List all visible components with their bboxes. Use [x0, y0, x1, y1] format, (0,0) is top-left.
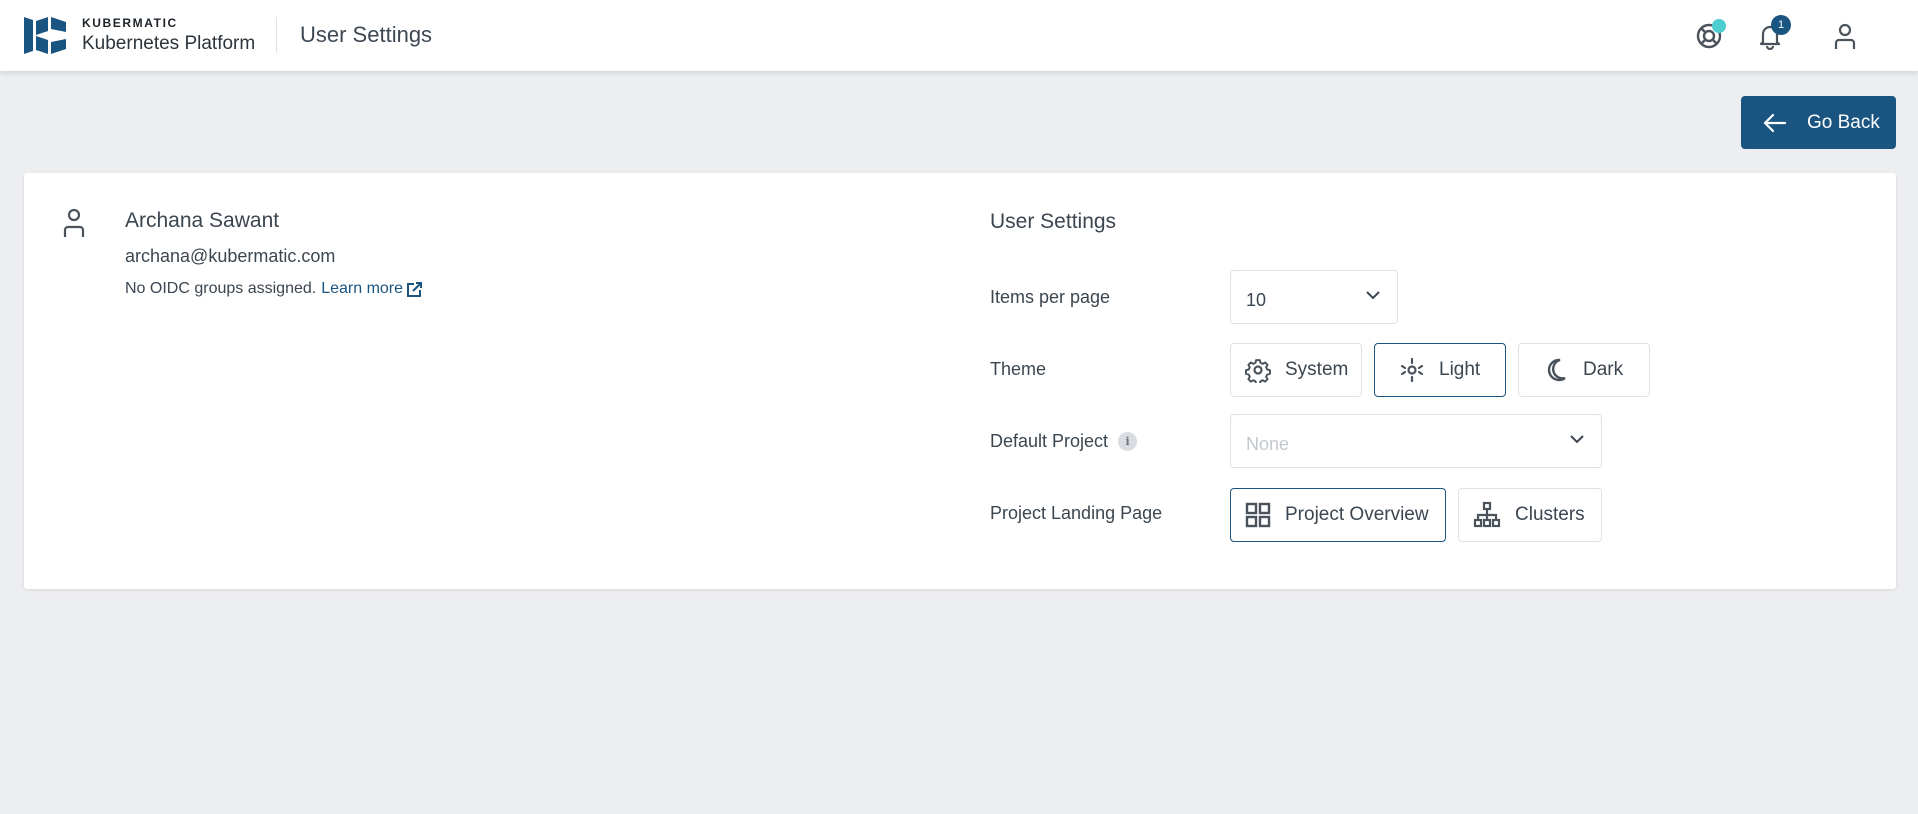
default-project-select[interactable]: None — [1230, 414, 1602, 468]
chevron-down-icon — [1366, 291, 1380, 300]
status-dot — [1712, 19, 1726, 33]
oidc-groups-info: No OIDC groups assigned. Learn more — [125, 280, 423, 298]
account-button[interactable] — [1827, 18, 1863, 54]
items-per-page-value: 10 — [1246, 289, 1267, 310]
page-title: User Settings — [300, 22, 433, 47]
items-per-page-select[interactable]: 10 — [1230, 270, 1398, 324]
settings-title: User Settings — [990, 210, 1117, 233]
moon-icon — [1547, 358, 1566, 382]
go-back-button[interactable]: Go Back — [1741, 96, 1896, 149]
kubermatic-logo-icon[interactable] — [24, 17, 66, 54]
landing-option-label: Clusters — [1515, 504, 1585, 525]
profile-icon — [63, 208, 85, 237]
landing-option-project-overview[interactable]: Project Overview — [1230, 488, 1446, 542]
theme-option-system[interactable]: System — [1230, 343, 1362, 397]
sun-icon — [1400, 357, 1424, 383]
brand-subtitle: Kubernetes Platform — [82, 33, 256, 54]
user-email: archana@kubermatic.com — [125, 246, 336, 266]
default-project-label: Default Project i — [990, 431, 1138, 452]
learn-more-label: Learn more — [321, 280, 404, 297]
user-name: Archana Sawant — [125, 209, 280, 232]
external-link-icon — [407, 281, 423, 297]
learn-more-link[interactable]: Learn more — [321, 280, 423, 298]
hierarchy-icon — [1473, 501, 1501, 528]
grid-icon — [1245, 502, 1271, 528]
landing-option-clusters[interactable]: Clusters — [1458, 488, 1602, 542]
notifications-button[interactable]: 1 — [1752, 15, 1791, 54]
top-bar: KUBERMATIC Kubernetes Platform User Sett… — [0, 0, 1918, 71]
user-icon — [1834, 23, 1856, 49]
theme-option-label: Light — [1439, 359, 1481, 380]
items-per-page-label: Items per page — [990, 287, 1111, 307]
notification-badge: 1 — [1771, 15, 1791, 35]
default-project-placeholder: None — [1246, 433, 1290, 454]
go-back-label: Go Back — [1807, 111, 1880, 133]
gear-icon — [1245, 359, 1271, 383]
theme-option-dark[interactable]: Dark — [1518, 343, 1650, 397]
brand-name: KUBERMATIC — [82, 16, 178, 30]
theme-option-light[interactable]: Light — [1374, 343, 1506, 397]
arrow-left-icon — [1763, 113, 1787, 132]
oidc-text: No OIDC groups assigned. — [125, 280, 317, 297]
support-button[interactable] — [1691, 18, 1727, 54]
info-icon[interactable]: i — [1118, 432, 1138, 451]
theme-label: Theme — [990, 359, 1047, 379]
chevron-down-icon — [1570, 435, 1584, 444]
default-project-label-text: Default Project — [990, 431, 1109, 451]
theme-option-label: Dark — [1583, 359, 1624, 380]
landing-page-label: Project Landing Page — [990, 503, 1163, 523]
landing-option-label: Project Overview — [1285, 504, 1429, 525]
theme-option-label: System — [1285, 359, 1349, 380]
header-divider — [276, 17, 277, 53]
